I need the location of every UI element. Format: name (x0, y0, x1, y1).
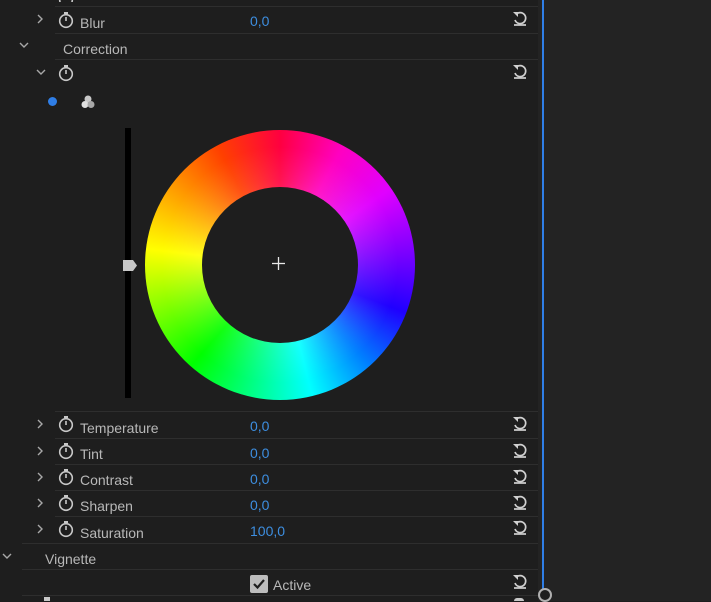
blur-label: Blur (80, 15, 105, 31)
tint-label: Tint (80, 446, 103, 462)
row-divider (22, 595, 538, 596)
chevron-down-icon[interactable] (0, 549, 14, 563)
reset-icon[interactable] (511, 572, 529, 590)
chevron-right-icon[interactable] (33, 470, 47, 484)
partial-row-top (55, 0, 535, 2)
property-row-temperature[interactable]: Temperature 0,0 (0, 412, 538, 438)
reset-icon[interactable] (511, 467, 529, 485)
saturation-label: Saturation (80, 525, 144, 541)
reset-icon[interactable] (511, 518, 529, 536)
property-row-color-wheel[interactable] (0, 60, 538, 86)
playhead-line[interactable] (542, 0, 544, 590)
sharpen-value[interactable]: 0,0 (250, 497, 269, 513)
reset-icon[interactable] (511, 62, 529, 80)
reset-icon[interactable] (511, 9, 529, 27)
group-header-vignette[interactable]: Vignette (0, 544, 538, 570)
tint-value[interactable]: 0,0 (250, 445, 269, 461)
temperature-label: Temperature (80, 420, 159, 436)
luminance-slider-handle[interactable] (123, 258, 137, 271)
saturation-value[interactable]: 100,0 (250, 523, 285, 539)
crosshair-icon[interactable] (272, 257, 285, 270)
vignette-active-label: Active (273, 577, 312, 593)
property-row-blur[interactable]: Blur 0,0 (0, 7, 538, 33)
blur-value[interactable]: 0,0 (250, 13, 269, 29)
stopwatch-icon[interactable] (58, 11, 74, 29)
chevron-down-icon[interactable] (17, 38, 31, 52)
chevron-right-icon[interactable] (33, 522, 47, 536)
property-row-saturation[interactable]: Saturation 100,0 (0, 517, 538, 543)
playhead-handle[interactable] (538, 588, 552, 602)
stopwatch-icon[interactable] (58, 520, 74, 538)
reset-icon[interactable] (511, 441, 529, 459)
correction-label: Correction (63, 41, 128, 57)
property-row-vignette-active[interactable]: Active (0, 570, 538, 596)
active-checkbox[interactable] (250, 575, 268, 593)
stopwatch-icon[interactable] (58, 442, 74, 460)
contrast-value[interactable]: 0,0 (250, 471, 269, 487)
stopwatch-icon[interactable] (58, 64, 74, 82)
property-row-tint[interactable]: Tint 0,0 (0, 439, 538, 465)
property-row-sharpen[interactable]: Sharpen 0,0 (0, 491, 538, 517)
group-header-correction[interactable]: Correction (0, 34, 538, 60)
reset-icon[interactable] (511, 414, 529, 432)
reset-icon[interactable] (511, 493, 529, 511)
chevron-right-icon[interactable] (33, 12, 47, 26)
partial-icon-bottom (44, 597, 50, 601)
temperature-value[interactable]: 0,0 (250, 418, 269, 434)
vignette-label: Vignette (45, 551, 97, 567)
stopwatch-icon[interactable] (58, 468, 74, 486)
wheel-mode-dot[interactable] (48, 97, 57, 106)
chevron-right-icon[interactable] (33, 444, 47, 458)
property-row-contrast[interactable]: Contrast 0,0 (0, 465, 538, 491)
contrast-label: Contrast (80, 472, 133, 488)
timeline-area[interactable] (538, 0, 711, 601)
sharpen-label: Sharpen (80, 498, 133, 514)
stopwatch-icon[interactable] (58, 415, 74, 433)
chevron-right-icon[interactable] (33, 496, 47, 510)
stopwatch-icon[interactable] (58, 0, 74, 2)
stopwatch-icon[interactable] (58, 494, 74, 512)
chevron-down-icon[interactable] (34, 65, 48, 79)
three-circles-icon[interactable] (80, 94, 96, 110)
chevron-right-icon[interactable] (33, 417, 47, 431)
